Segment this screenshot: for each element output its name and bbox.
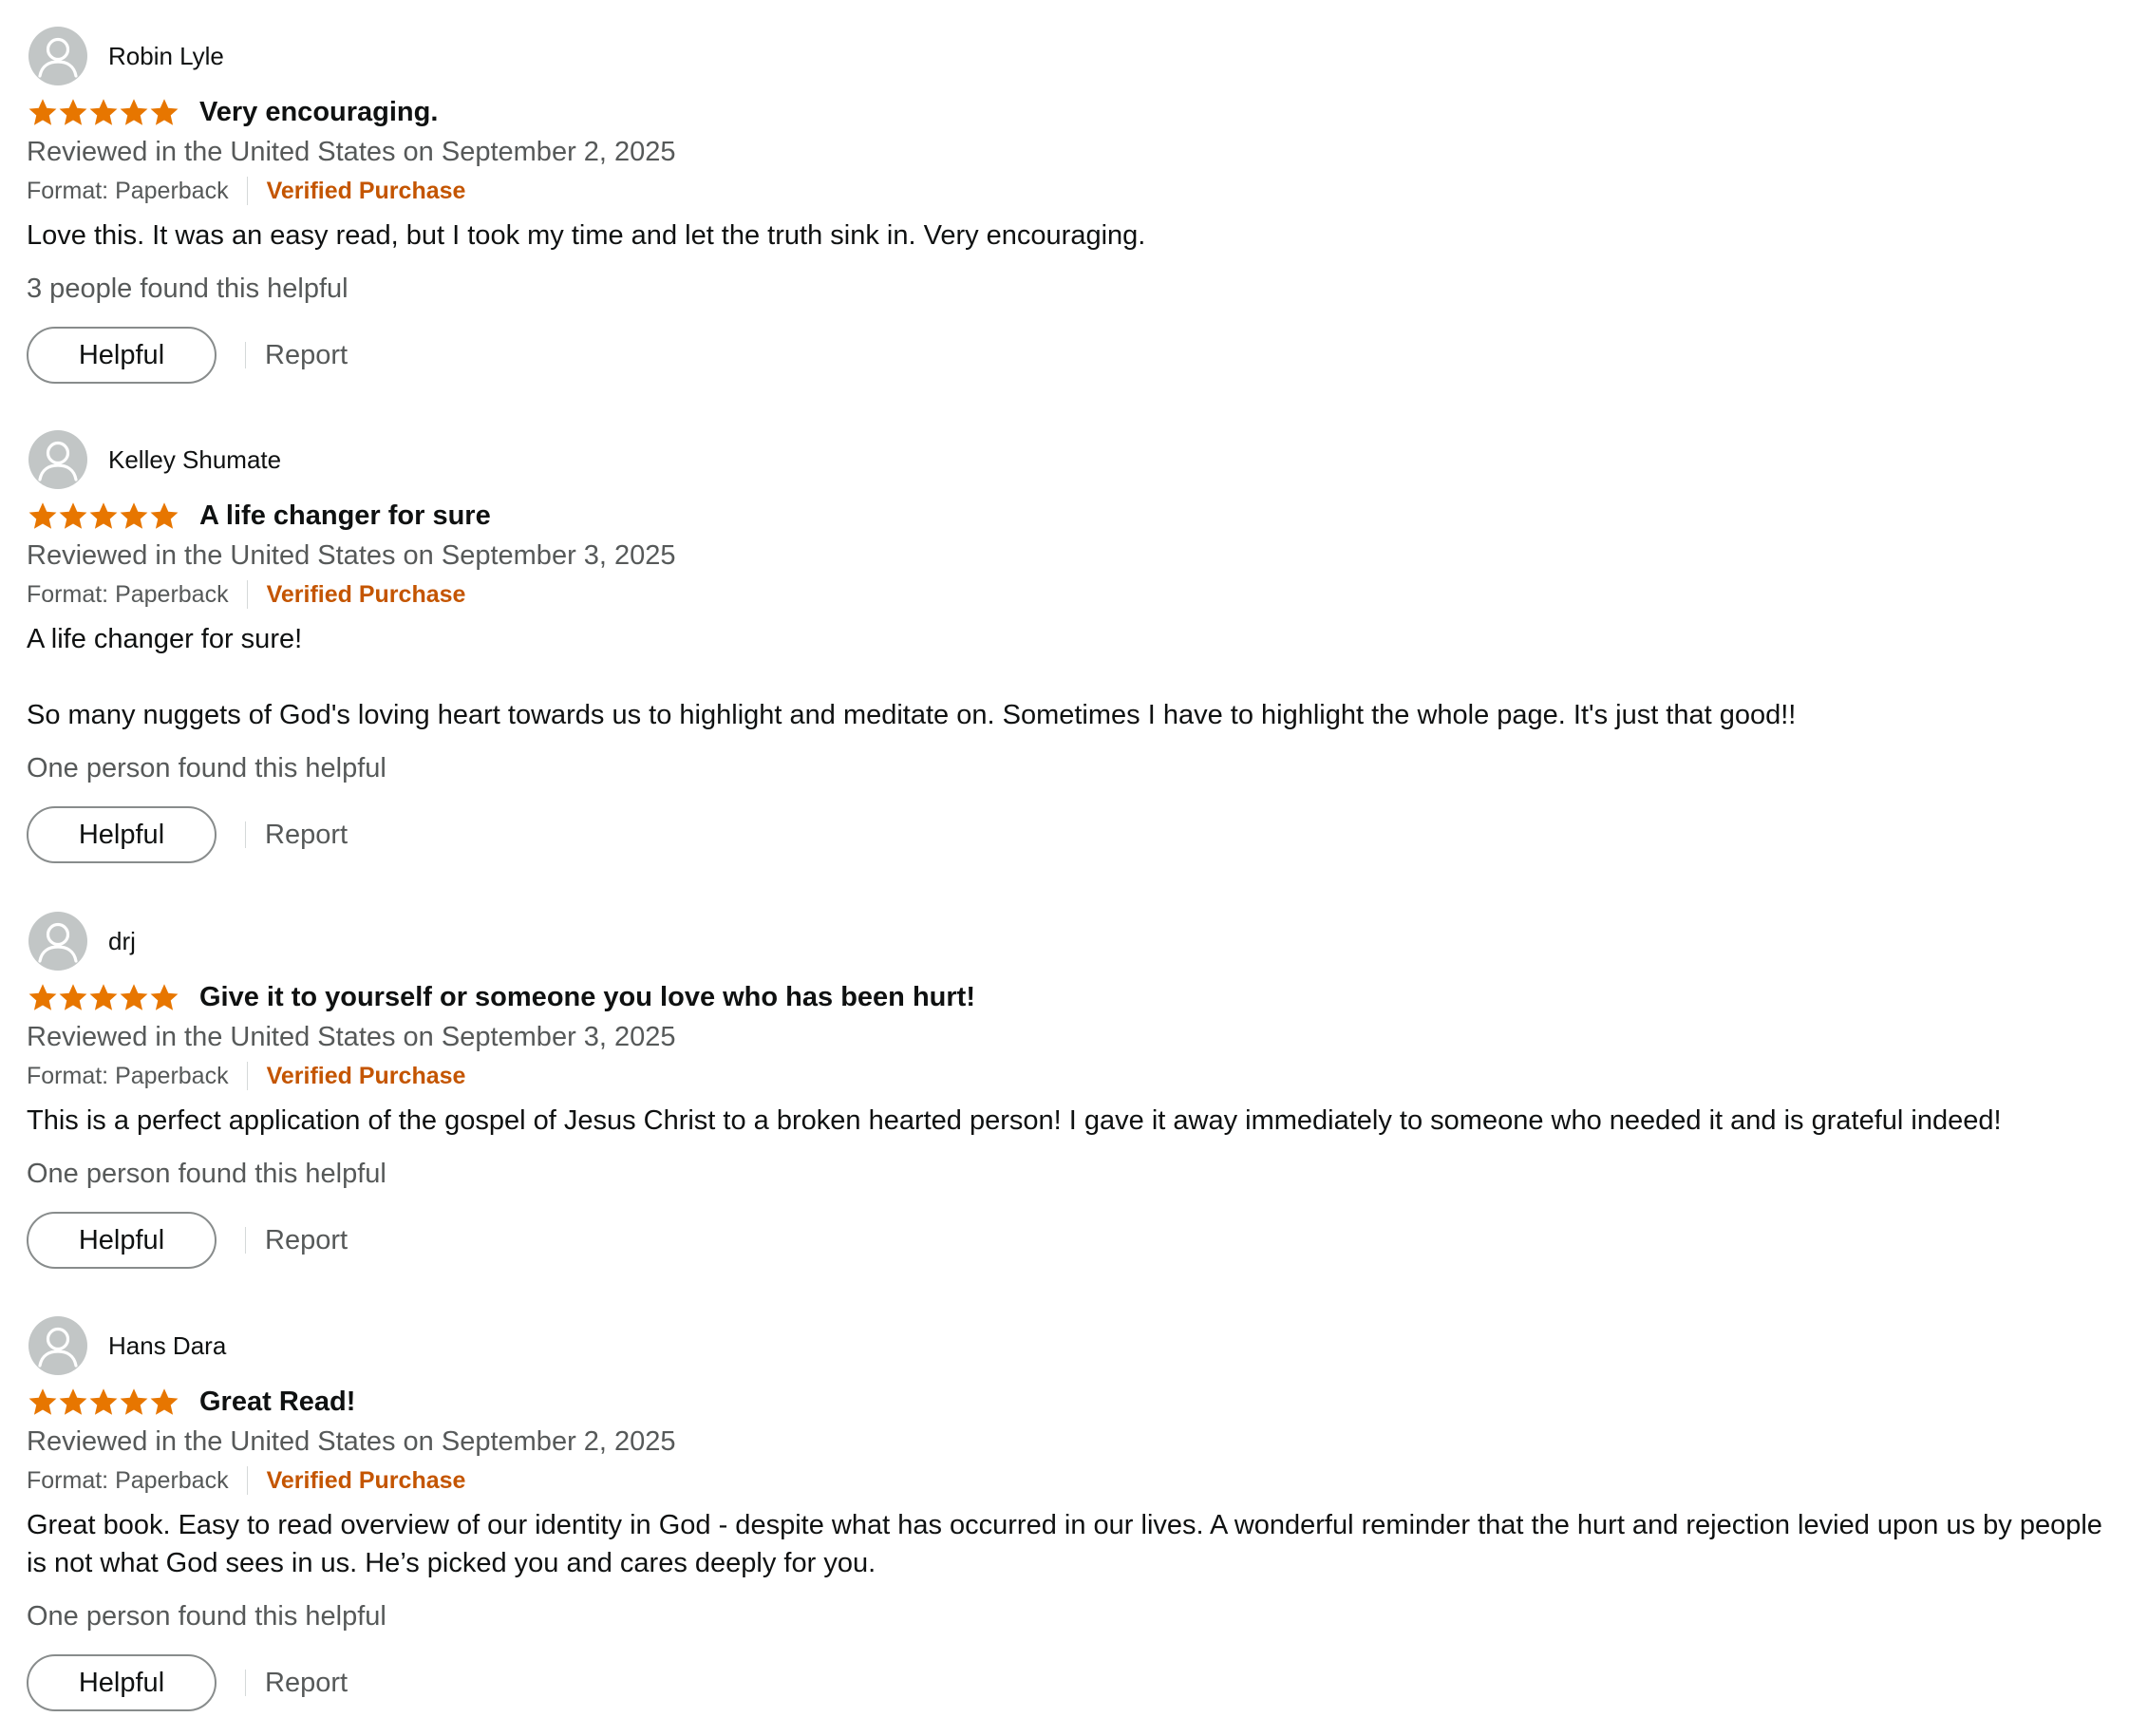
- reviewer-profile[interactable]: drj: [28, 912, 136, 971]
- star-icon: [120, 983, 148, 1010]
- user-avatar-icon: [38, 37, 78, 78]
- report-link[interactable]: Report: [265, 340, 348, 371]
- star-icon: [89, 501, 118, 529]
- divider: [245, 342, 246, 368]
- star-icon: [28, 501, 57, 529]
- helpful-count: One person found this helpful: [27, 753, 386, 783]
- star-icon: [28, 1387, 57, 1415]
- divider: [245, 1670, 246, 1696]
- format-label[interactable]: Format: Paperback: [27, 178, 229, 205]
- review-title[interactable]: Great Read!: [199, 1387, 355, 1418]
- helpful-button[interactable]: Helpful: [27, 327, 217, 384]
- format-row: Format: Paperback Verified Purchase: [27, 177, 465, 205]
- report-link[interactable]: Report: [265, 820, 348, 851]
- helpful-button[interactable]: Helpful: [27, 806, 217, 863]
- user-avatar-icon: [38, 1327, 78, 1368]
- format-row: Format: Paperback Verified Purchase: [27, 1062, 465, 1090]
- review-title-row: A life changer for sure: [27, 499, 491, 533]
- verified-purchase-badge[interactable]: Verified Purchase: [267, 178, 466, 205]
- format-row: Format: Paperback Verified Purchase: [27, 1466, 465, 1495]
- review-title[interactable]: Give it to yourself or someone you love …: [199, 982, 975, 1013]
- divider: [246, 580, 248, 609]
- star-icon: [150, 983, 179, 1010]
- avatar[interactable]: [28, 27, 87, 85]
- helpful-button[interactable]: Helpful: [27, 1212, 217, 1269]
- star-rating[interactable]: [27, 500, 179, 532]
- reviewer-name[interactable]: drj: [108, 927, 136, 956]
- review-actions: Helpful Report: [27, 804, 348, 865]
- avatar[interactable]: [28, 430, 87, 489]
- divider: [246, 177, 248, 205]
- review-title-row: Very encouraging.: [27, 95, 438, 129]
- review-paragraph: This is a perfect application of the gos…: [27, 1105, 2002, 1136]
- verified-purchase-badge[interactable]: Verified Purchase: [267, 581, 466, 609]
- reviewer-name[interactable]: Kelley Shumate: [108, 445, 281, 475]
- review-body: A life changer for sure! So many nuggets …: [27, 620, 2106, 734]
- star-rating[interactable]: [27, 1386, 179, 1418]
- star-icon: [28, 98, 57, 125]
- reviewer-profile[interactable]: Robin Lyle: [28, 27, 224, 85]
- review-title[interactable]: A life changer for sure: [199, 500, 491, 532]
- avatar[interactable]: [28, 912, 87, 971]
- helpful-button[interactable]: Helpful: [27, 1654, 217, 1711]
- star-icon: [59, 1387, 87, 1415]
- divider: [246, 1062, 248, 1090]
- review-body: This is a perfect application of the gos…: [27, 1102, 2106, 1140]
- format-label[interactable]: Format: Paperback: [27, 581, 229, 609]
- star-icon: [120, 1387, 148, 1415]
- review-title-row: Give it to yourself or someone you love …: [27, 980, 975, 1014]
- review-date: Reviewed in the United States on Septemb…: [27, 137, 676, 167]
- star-icon: [59, 501, 87, 529]
- review-paragraph: So many nuggets of God's loving heart to…: [27, 700, 1797, 730]
- review-paragraph: Great book. Easy to read overview of our…: [27, 1510, 2102, 1578]
- review-list: Robin Lyle Very encouraging. Reviewed in…: [0, 0, 2129, 1736]
- star-icon: [89, 983, 118, 1010]
- review-date: Reviewed in the United States on Septemb…: [27, 540, 676, 571]
- review-body: Love this. It was an easy read, but I to…: [27, 217, 2106, 255]
- format-row: Format: Paperback Verified Purchase: [27, 580, 465, 609]
- star-rating[interactable]: [27, 96, 179, 128]
- star-icon: [28, 983, 57, 1010]
- star-icon: [59, 98, 87, 125]
- review-title[interactable]: Very encouraging.: [199, 97, 438, 128]
- helpful-count: 3 people found this helpful: [27, 274, 349, 304]
- reviewer-profile[interactable]: Kelley Shumate: [28, 430, 281, 489]
- review-paragraph: Love this. It was an easy read, but I to…: [27, 220, 1146, 251]
- review-paragraph: A life changer for sure!: [27, 624, 303, 654]
- format-label[interactable]: Format: Paperback: [27, 1063, 229, 1090]
- review-actions: Helpful Report: [27, 325, 348, 386]
- avatar[interactable]: [28, 1316, 87, 1375]
- star-icon: [89, 1387, 118, 1415]
- verified-purchase-badge[interactable]: Verified Purchase: [267, 1063, 466, 1090]
- star-icon: [59, 983, 87, 1010]
- review-actions: Helpful Report: [27, 1210, 348, 1271]
- star-icon: [120, 501, 148, 529]
- reviewer-name[interactable]: Robin Lyle: [108, 42, 224, 71]
- review-date: Reviewed in the United States on Septemb…: [27, 1022, 676, 1052]
- review-body: Great book. Easy to read overview of our…: [27, 1506, 2106, 1582]
- reviewer-name[interactable]: Hans Dara: [108, 1331, 226, 1361]
- user-avatar-icon: [38, 922, 78, 963]
- star-icon: [150, 1387, 179, 1415]
- star-icon: [150, 98, 179, 125]
- user-avatar-icon: [38, 441, 78, 481]
- star-rating[interactable]: [27, 981, 179, 1013]
- report-link[interactable]: Report: [265, 1225, 348, 1256]
- star-icon: [89, 98, 118, 125]
- divider: [245, 1227, 246, 1254]
- star-icon: [150, 501, 179, 529]
- divider: [245, 821, 246, 848]
- helpful-count: One person found this helpful: [27, 1159, 386, 1189]
- report-link[interactable]: Report: [265, 1668, 348, 1699]
- review-date: Reviewed in the United States on Septemb…: [27, 1426, 676, 1457]
- verified-purchase-badge[interactable]: Verified Purchase: [267, 1467, 466, 1495]
- review-title-row: Great Read!: [27, 1385, 355, 1419]
- reviewer-profile[interactable]: Hans Dara: [28, 1316, 226, 1375]
- review-actions: Helpful Report: [27, 1652, 348, 1713]
- helpful-count: One person found this helpful: [27, 1601, 386, 1632]
- star-icon: [120, 98, 148, 125]
- divider: [246, 1466, 248, 1495]
- format-label[interactable]: Format: Paperback: [27, 1467, 229, 1495]
